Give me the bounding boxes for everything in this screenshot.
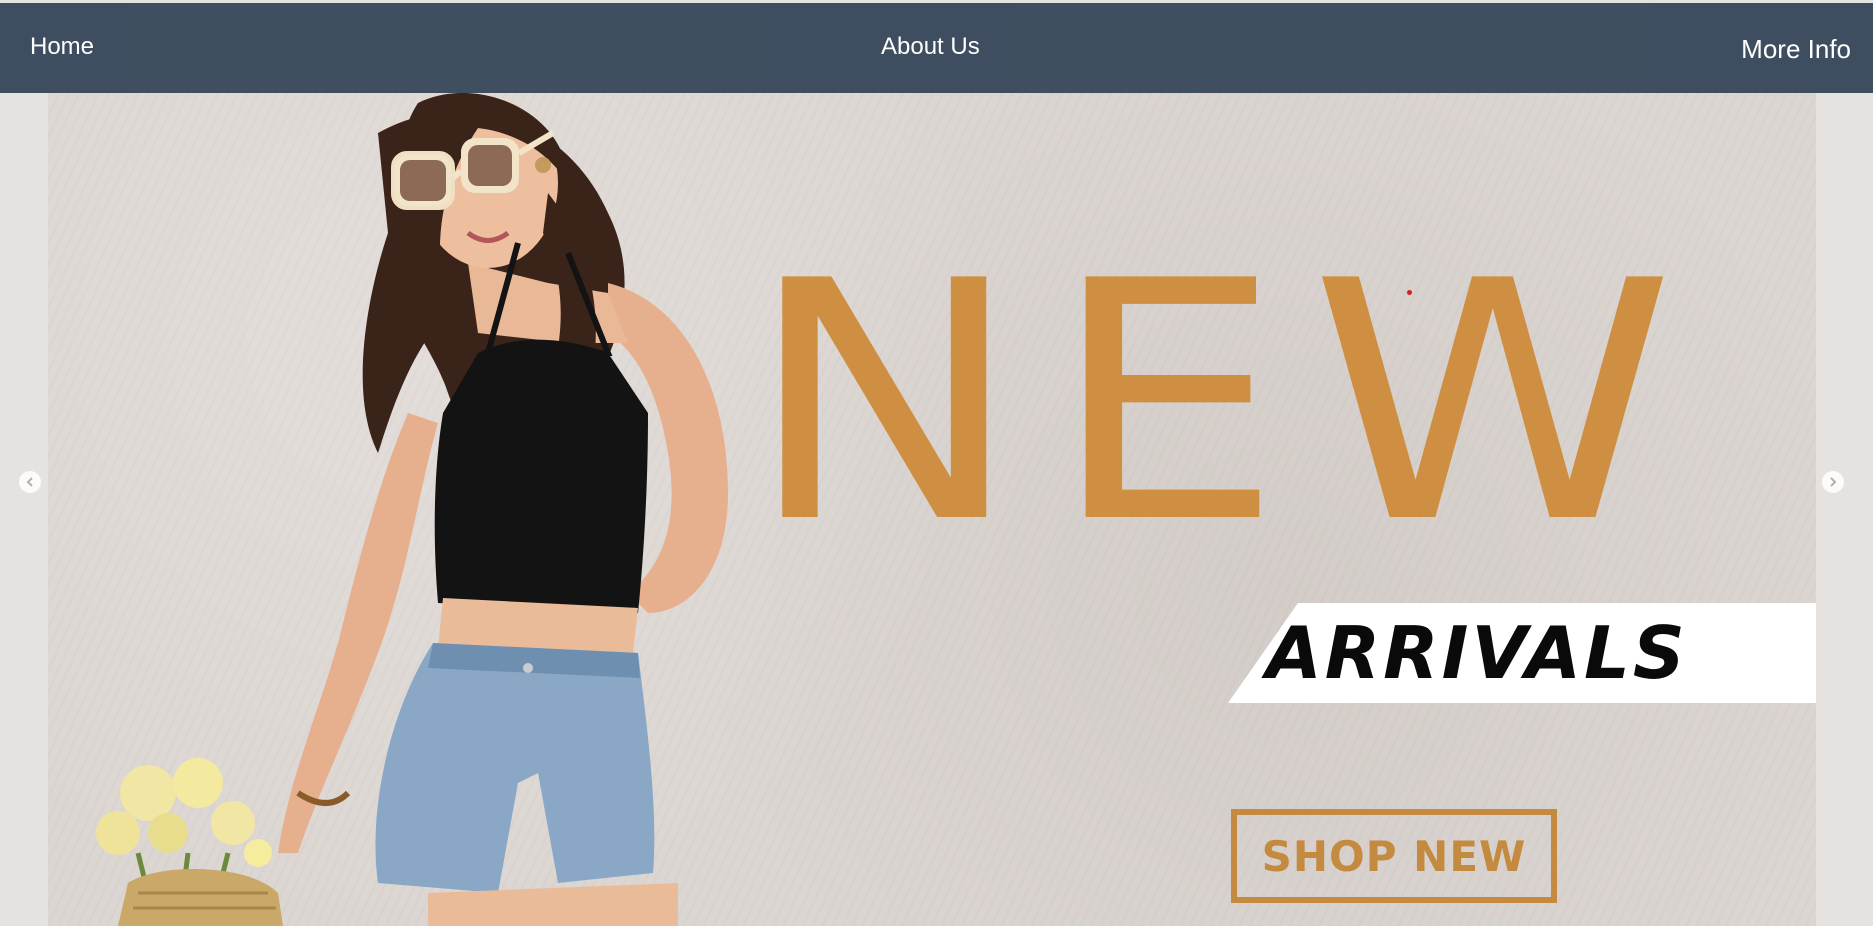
indicator-dot xyxy=(1407,290,1412,295)
hero-slide: NEW ARRIVALS SHOP NEW xyxy=(48,93,1816,926)
shop-new-button[interactable]: SHOP NEW xyxy=(1231,809,1557,903)
chevron-right-icon xyxy=(1830,477,1837,487)
nav-about-link[interactable]: About Us xyxy=(881,33,980,61)
chevron-left-icon xyxy=(26,477,33,487)
nav-more-info-link[interactable]: More Info xyxy=(1741,34,1851,65)
top-navbar: Home About Us More Info xyxy=(0,3,1873,93)
carousel-prev-button[interactable] xyxy=(19,471,41,493)
nav-home-link[interactable]: Home xyxy=(30,33,94,61)
headline-new: NEW xyxy=(746,211,1703,595)
bottom-divider xyxy=(0,926,1873,930)
headline-arrivals: ARRIVALS xyxy=(1266,611,1688,695)
model-photo xyxy=(96,93,728,926)
carousel-next-button[interactable] xyxy=(1822,471,1844,493)
